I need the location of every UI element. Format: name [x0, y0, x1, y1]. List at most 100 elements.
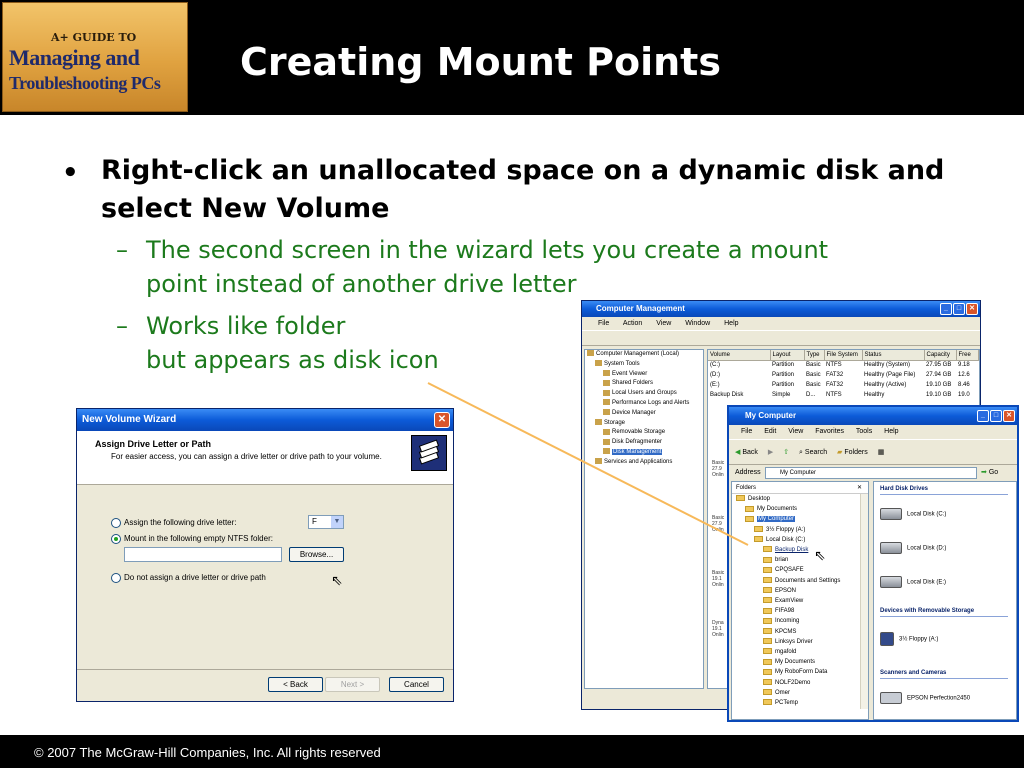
table-row[interactable]: (E:) Partition Basic FAT32 Healthy (Acti…: [708, 380, 978, 390]
folder-tree-item[interactable]: ExamView: [732, 596, 868, 606]
assign-letter-radio[interactable]: [111, 518, 121, 528]
folder-tree-item[interactable]: Desktop: [732, 494, 868, 504]
tree-item[interactable]: Storage: [585, 419, 703, 429]
table-cell: Basic: [806, 362, 821, 369]
folder-tree-item[interactable]: Linksys Driver: [732, 637, 868, 647]
folder-tree-item[interactable]: CPQSAFE: [732, 565, 868, 575]
folder-tree-item[interactable]: mgafold: [732, 647, 868, 657]
drive-letter-select[interactable]: F ▼: [308, 515, 344, 529]
folder-tree-item[interactable]: EPSON: [732, 586, 868, 596]
tree-label: Event Viewer: [612, 370, 648, 377]
tree-item[interactable]: Disk Defragmenter: [585, 438, 703, 448]
tree-item[interactable]: Performance Logs and Alerts: [585, 399, 703, 409]
folder-tree-item[interactable]: My Documents: [732, 504, 868, 514]
folder-tree-item[interactable]: brian: [732, 555, 868, 565]
floppy-drive[interactable]: 3½ Floppy (A:): [880, 632, 938, 646]
search-button[interactable]: Search: [805, 449, 827, 456]
folder-tree-item[interactable]: My RoboForm Data: [732, 667, 868, 677]
mc-title: My Computer: [745, 411, 797, 420]
table-cell: NTFS: [826, 392, 842, 398]
tree-item[interactable]: Local Users and Groups: [585, 389, 703, 399]
folder-tree-item[interactable]: My Computer: [732, 514, 868, 524]
folder-tree-item[interactable]: 3½ Floppy (A:): [732, 525, 868, 535]
column-header[interactable]: Type: [804, 350, 825, 361]
menu-edit[interactable]: Edit: [764, 428, 776, 435]
close-icon[interactable]: ✕: [966, 303, 978, 315]
folder-tree-item[interactable]: KPCMS: [732, 627, 868, 637]
table-cell: Partition: [772, 382, 795, 388]
no-letter-radio[interactable]: [111, 573, 121, 583]
folders-scrollbar[interactable]: [860, 494, 868, 709]
folder-label: 3½ Floppy (A:): [766, 526, 806, 533]
minimize-icon[interactable]: _: [940, 303, 952, 315]
table-cell: 19.10 GB: [926, 382, 952, 388]
scanner-device[interactable]: EPSON Perfection2450: [880, 692, 970, 704]
tree-item[interactable]: Removable Storage: [585, 428, 703, 438]
menu-view[interactable]: View: [788, 428, 803, 435]
back-button[interactable]: < Back: [268, 677, 323, 692]
tree-item-disk-management[interactable]: Disk Management: [585, 448, 703, 458]
menu-view[interactable]: View: [656, 320, 671, 327]
folder-label: NOLF2Demo: [775, 679, 811, 686]
column-header[interactable]: Capacity: [924, 350, 957, 361]
folder-tree-item[interactable]: FIFA98: [732, 606, 868, 616]
mc-toolbar: ◀ Back ▶ ⇧ ⌕ Search ▰ Folders ▦: [729, 439, 1017, 465]
table-row[interactable]: (D:) Partition Basic FAT32 Healthy (Page…: [708, 370, 978, 380]
menu-window[interactable]: Window: [685, 320, 710, 327]
folder-tree-item[interactable]: Local Disk (C:): [732, 535, 868, 545]
folder-tree-item[interactable]: Documents and Settings: [732, 576, 868, 586]
folders-button[interactable]: Folders: [844, 449, 867, 456]
folder-tree-item[interactable]: Omer: [732, 688, 868, 698]
tree-item[interactable]: Services and Applications: [585, 458, 703, 468]
removable-storage-icon: [603, 428, 610, 435]
menu-help[interactable]: Help: [724, 320, 738, 327]
tree-item[interactable]: Shared Folders: [585, 379, 703, 389]
next-button[interactable]: Next >: [325, 677, 380, 692]
browse-button[interactable]: Browse...: [289, 547, 344, 562]
maximize-icon[interactable]: □: [990, 410, 1002, 422]
views-icon[interactable]: ▦: [878, 449, 885, 456]
back-arrow-icon[interactable]: ◀: [735, 449, 740, 456]
tree-item[interactable]: Device Manager: [585, 409, 703, 419]
drive-d[interactable]: Local Disk (D:): [880, 542, 946, 554]
column-header[interactable]: File System: [824, 350, 863, 361]
up-folder-icon[interactable]: ⇧: [783, 449, 789, 456]
column-header[interactable]: Status: [862, 350, 925, 361]
assign-letter-label: Assign the following drive letter:: [124, 518, 237, 527]
forward-arrow-icon[interactable]: ▶: [768, 449, 773, 456]
folder-tree-item[interactable]: PCTemp: [732, 698, 868, 708]
mount-folder-radio[interactable]: [111, 534, 121, 544]
menu-action[interactable]: Action: [623, 320, 642, 327]
tree-item[interactable]: Computer Management (Local): [585, 350, 703, 360]
tree-item[interactable]: Event Viewer: [585, 370, 703, 380]
table-row[interactable]: (C:) Partition Basic NTFS Healthy (Syste…: [708, 360, 978, 370]
menu-file[interactable]: File: [741, 428, 752, 435]
menu-help[interactable]: Help: [884, 428, 898, 435]
menu-file[interactable]: File: [598, 320, 609, 327]
back-button[interactable]: Back: [742, 449, 758, 456]
folder-tree-item[interactable]: My Documents: [732, 657, 868, 667]
cancel-button[interactable]: Cancel: [389, 677, 444, 692]
close-icon[interactable]: ✕: [434, 412, 450, 428]
column-header[interactable]: Free: [956, 350, 979, 361]
address-input[interactable]: My Computer: [765, 467, 977, 479]
folder-tree-item[interactable]: Backup Disk: [732, 545, 868, 555]
folder-icon: [763, 689, 772, 696]
column-header[interactable]: Volume: [708, 350, 771, 361]
drive-e[interactable]: Local Disk (E:): [880, 576, 946, 588]
drive-c[interactable]: Local Disk (C:): [880, 508, 946, 520]
close-icon[interactable]: ✕: [857, 482, 862, 494]
menu-tools[interactable]: Tools: [856, 428, 872, 435]
folder-tree-item[interactable]: Incoming: [732, 616, 868, 626]
maximize-icon[interactable]: □: [953, 303, 965, 315]
folder-tree-item[interactable]: NOLF2Demo: [732, 678, 868, 688]
go-button[interactable]: ➡ Go: [981, 467, 998, 479]
column-header[interactable]: Layout: [770, 350, 805, 361]
close-icon[interactable]: ✕: [1003, 410, 1015, 422]
menu-favorites[interactable]: Favorites: [815, 428, 844, 435]
folder-label: ExamView: [775, 598, 804, 605]
minimize-icon[interactable]: _: [977, 410, 989, 422]
tree-item[interactable]: System Tools: [585, 360, 703, 370]
table-row[interactable]: Backup Disk Simple D... NTFS Healthy 19.…: [708, 390, 978, 400]
mount-path-input[interactable]: [124, 547, 282, 562]
